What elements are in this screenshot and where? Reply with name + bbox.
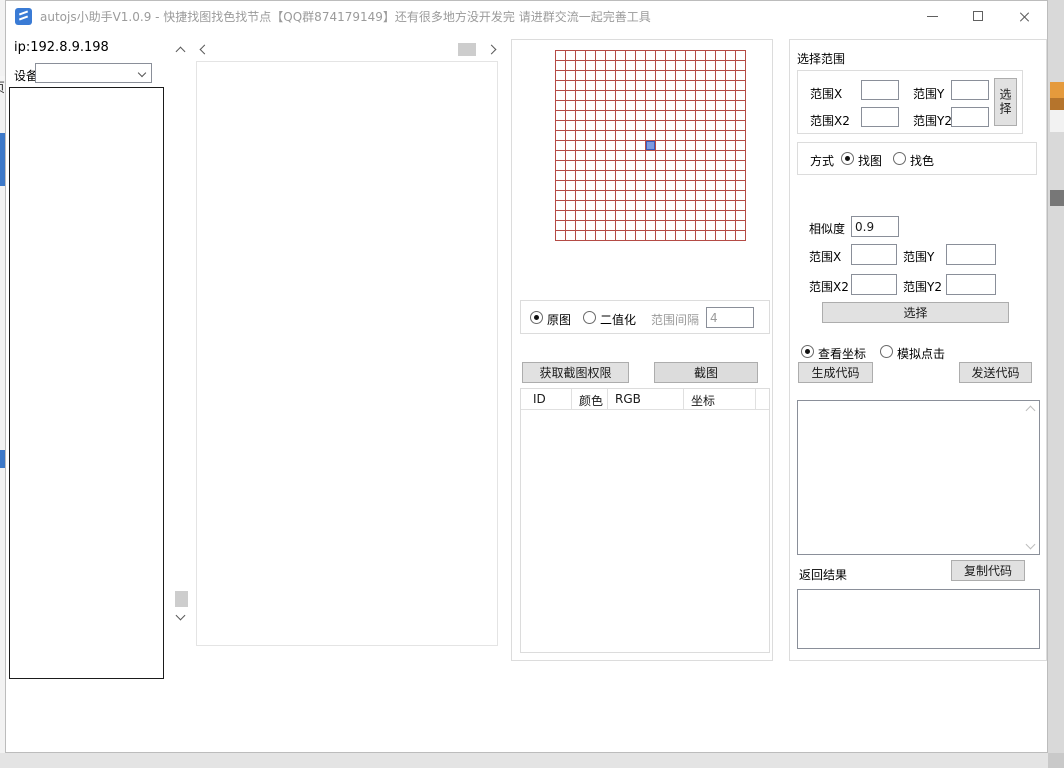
color-table-header[interactable]: ID 颜色 RGB 坐标 <box>521 389 769 410</box>
chevron-up-icon[interactable] <box>1026 406 1036 416</box>
minimize-icon <box>927 16 938 17</box>
scroll-up-button[interactable] <box>172 43 189 60</box>
minimize-button[interactable] <box>909 1 955 31</box>
window-title: autojs小助手V1.0.9 - 快捷找图找色找节点【QQ群874179149… <box>40 8 651 25</box>
get-permission-button[interactable]: 获取截图权限 <box>522 362 629 383</box>
radio-simulate-click[interactable] <box>880 345 893 358</box>
desktop-fragment-light <box>1050 110 1064 132</box>
mode-label: 方式 <box>810 152 834 169</box>
radio-original-label: 原图 <box>547 311 571 328</box>
mode-box: 方式 找图 找色 <box>797 142 1037 175</box>
radio-view-coords-label: 查看坐标 <box>818 345 866 362</box>
capture-group: 原图 二值化 范围间隔 获取截图权限 截图 ID 颜色 RGB 坐标 <box>511 39 773 661</box>
desktop-fragment-orange-1 <box>1050 82 1064 98</box>
chevron-down-icon <box>176 611 186 621</box>
chevron-right-icon <box>487 45 497 55</box>
range-x2-label: 范围X2 <box>810 112 850 129</box>
find-range-y-input[interactable] <box>946 244 996 265</box>
range-gap-input[interactable] <box>706 307 754 328</box>
radio-find-image-label: 找图 <box>858 152 882 169</box>
range-y-input[interactable] <box>951 80 989 100</box>
color-table-body[interactable] <box>521 410 769 652</box>
select-find-range-button[interactable]: 选择 <box>822 302 1009 323</box>
find-range-x2-input[interactable] <box>851 274 897 295</box>
close-button[interactable] <box>1001 1 1047 31</box>
chevron-up-icon <box>176 47 186 57</box>
radio-simulate-click-label: 模拟点击 <box>897 345 945 362</box>
find-range-x2-label: 范围X2 <box>809 278 849 295</box>
find-range-y-label: 范围Y <box>903 248 934 265</box>
taskbar-corner <box>1048 753 1064 768</box>
image-mode-box: 原图 二值化 范围间隔 <box>520 300 770 334</box>
radio-binarize[interactable] <box>583 311 596 324</box>
radio-binarize-label: 二值化 <box>600 311 636 328</box>
close-icon <box>1019 11 1030 22</box>
maximize-button[interactable] <box>955 1 1001 31</box>
code-output-area[interactable] <box>797 400 1040 555</box>
select-range-button[interactable]: 选择 <box>994 78 1017 126</box>
result-label: 返回结果 <box>799 566 847 583</box>
generate-code-button[interactable]: 生成代码 <box>798 362 873 383</box>
copy-code-button[interactable]: 复制代码 <box>951 560 1025 581</box>
screenshot-canvas[interactable] <box>196 61 498 646</box>
device-listbox[interactable] <box>9 87 164 679</box>
screenshot-button[interactable]: 截图 <box>654 362 758 383</box>
desktop-fragment-dark <box>1050 190 1064 206</box>
range-gap-label: 范围间隔 <box>651 311 699 328</box>
range-y-label: 范围Y <box>913 85 944 102</box>
find-range-x-label: 范围X <box>809 248 841 265</box>
radio-find-color[interactable] <box>893 152 906 165</box>
similarity-input[interactable] <box>851 216 899 237</box>
radio-find-color-label: 找色 <box>910 152 934 169</box>
ip-address-label: ip:192.8.9.198 <box>14 40 109 55</box>
range-box-1: 范围X 范围Y 范围X2 范围Y2 选择 <box>797 70 1023 134</box>
chevron-left-icon <box>200 45 210 55</box>
range-group-title: 选择范围 <box>797 50 845 67</box>
chevron-down-icon <box>138 69 146 77</box>
send-code-button[interactable]: 发送代码 <box>959 362 1032 383</box>
result-output-area[interactable] <box>797 589 1040 649</box>
taskbar-strip <box>0 753 1064 768</box>
scroll-right-button[interactable] <box>483 41 500 58</box>
radio-find-image[interactable] <box>841 152 854 165</box>
titlebar[interactable]: autojs小助手V1.0.9 - 快捷找图找色找节点【QQ群874179149… <box>6 1 1047 31</box>
radio-view-coords[interactable] <box>801 345 814 358</box>
col-rgb[interactable]: RGB <box>615 392 641 406</box>
grid-highlight-cell <box>646 141 655 150</box>
similarity-label: 相似度 <box>809 220 845 237</box>
find-range-y2-input[interactable] <box>946 274 996 295</box>
column-separator <box>683 389 684 410</box>
find-range-x-input[interactable] <box>851 244 897 265</box>
horizontal-scrollbar-thumb[interactable] <box>458 43 476 56</box>
range-y2-label: 范围Y2 <box>913 112 952 129</box>
range-x-label: 范围X <box>810 85 842 102</box>
desktop: 页 autojs小助手V1.0.9 - 快捷找图找色找节点【QQ群8741791… <box>0 0 1064 768</box>
range-group: 选择范围 范围X 范围Y 范围X2 范围Y2 选择 方式 找图 找色 相似度 <box>789 39 1047 661</box>
scroll-down-button[interactable] <box>172 607 189 624</box>
range-x2-input[interactable] <box>861 107 899 127</box>
find-range-y2-label: 范围Y2 <box>903 278 942 295</box>
column-separator <box>755 389 756 410</box>
col-id[interactable]: ID <box>533 392 546 406</box>
desktop-fragment-orange-2 <box>1050 98 1064 110</box>
app-icon <box>15 8 32 25</box>
window-controls <box>909 1 1047 31</box>
color-table[interactable]: ID 颜色 RGB 坐标 <box>520 388 770 653</box>
vertical-scrollbar-thumb[interactable] <box>175 591 188 607</box>
column-separator <box>571 389 572 410</box>
col-color[interactable]: 颜色 <box>579 392 603 409</box>
magnifier-grid[interactable] <box>555 50 746 241</box>
chevron-down-icon[interactable] <box>1026 540 1036 550</box>
maximize-icon <box>973 11 983 21</box>
app-window: autojs小助手V1.0.9 - 快捷找图找色找节点【QQ群874179149… <box>5 0 1048 753</box>
scroll-left-button[interactable] <box>196 41 213 58</box>
range-x-input[interactable] <box>861 80 899 100</box>
device-select[interactable] <box>35 63 152 83</box>
col-coord[interactable]: 坐标 <box>691 392 715 409</box>
column-separator <box>607 389 608 410</box>
radio-original[interactable] <box>530 311 543 324</box>
range-y2-input[interactable] <box>951 107 989 127</box>
